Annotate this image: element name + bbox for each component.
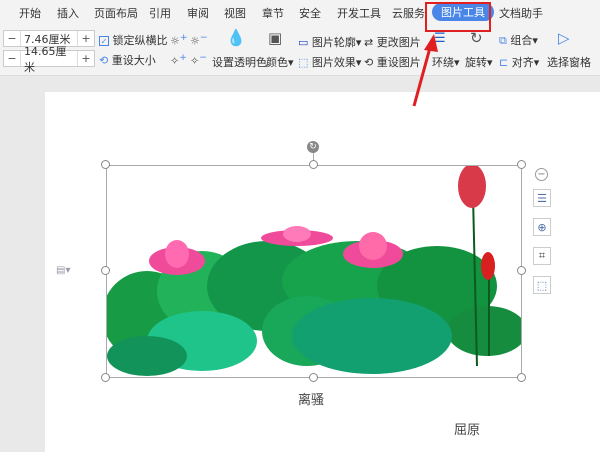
picture-select-icon[interactable]: ⬚ bbox=[533, 276, 551, 294]
layout-options-icon[interactable]: ☰ bbox=[533, 189, 551, 207]
tab-developer[interactable]: 开发工具 bbox=[337, 5, 381, 21]
tab-references[interactable]: 引用 bbox=[149, 5, 171, 21]
tab-security[interactable]: 安全 bbox=[299, 5, 321, 21]
group-label: 组合 bbox=[510, 34, 533, 47]
align-label: 对齐 bbox=[511, 56, 534, 69]
brightness-up-icon[interactable]: ☼+ bbox=[170, 32, 188, 48]
height-increase-button[interactable]: + bbox=[78, 31, 94, 46]
set-transparent-button[interactable]: 设置透明色 bbox=[212, 54, 267, 70]
lock-ratio-checkbox[interactable]: ✓ 锁定纵横比 bbox=[99, 32, 168, 48]
rotate-label: 旋转 bbox=[465, 56, 487, 69]
outline-label: 图片轮廓 bbox=[311, 36, 356, 49]
reset-size-label: 重设大小 bbox=[111, 54, 156, 67]
color-button[interactable]: 颜色▾ bbox=[266, 54, 294, 70]
selected-picture[interactable] bbox=[102, 164, 527, 378]
tab-insert[interactable]: 插入 bbox=[57, 5, 79, 21]
reset-size-button[interactable]: ⟲ 重设大小 bbox=[99, 52, 156, 68]
reset-picture-icon: ⟲ bbox=[364, 56, 374, 69]
resize-handle[interactable] bbox=[517, 266, 526, 275]
brightness-down-icon[interactable]: ☼− bbox=[190, 32, 208, 48]
align-button[interactable]: ⊏ 对齐▾ bbox=[499, 54, 539, 70]
selection-pane-icon: ▷ bbox=[558, 29, 570, 47]
outline-button[interactable]: ▭ 图片轮廓▾ bbox=[298, 34, 361, 50]
group-button[interactable]: ⧉ 组合▾ bbox=[499, 32, 538, 48]
width-spinner[interactable]: − 14.65厘米 + bbox=[3, 45, 95, 74]
crop-icon[interactable]: ⌗ bbox=[533, 247, 551, 265]
tab-page-layout[interactable]: 页面布局 bbox=[94, 5, 138, 21]
transparent-color-icon: 💧 bbox=[226, 28, 246, 47]
poem-title: 离骚 bbox=[298, 393, 325, 408]
width-input[interactable]: 14.65厘米 bbox=[20, 45, 78, 74]
zoom-in-icon[interactable]: ⊕ bbox=[533, 218, 551, 236]
group-icon: ⧉ bbox=[499, 34, 507, 47]
color-icon: ▣ bbox=[268, 29, 283, 47]
width-increase-button[interactable]: + bbox=[78, 51, 94, 66]
contrast-down-icon[interactable]: ✧− bbox=[190, 52, 207, 68]
collapse-icon[interactable]: − bbox=[535, 168, 548, 181]
resize-handle[interactable] bbox=[101, 266, 110, 275]
checkbox-checked-icon: ✓ bbox=[99, 36, 109, 46]
outline-icon: ▭ bbox=[298, 36, 309, 49]
color-label: 颜色 bbox=[266, 56, 288, 69]
resize-handle[interactable] bbox=[309, 160, 318, 169]
change-picture-icon: ⇄ bbox=[364, 36, 374, 49]
effects-button[interactable]: ⬚ 图片效果▾ bbox=[298, 54, 361, 70]
effects-label: 图片效果 bbox=[311, 56, 356, 69]
resize-handle[interactable] bbox=[309, 373, 318, 382]
align-icon: ⊏ bbox=[499, 56, 509, 69]
paragraph-handle-icon[interactable]: ▤▾ bbox=[56, 265, 70, 276]
tab-chapter[interactable]: 章节 bbox=[262, 5, 284, 21]
tab-cloud[interactable]: 云服务 bbox=[392, 5, 425, 21]
tab-start[interactable]: 开始 bbox=[19, 5, 41, 21]
effects-icon: ⬚ bbox=[298, 56, 309, 69]
rotate-button[interactable]: 旋转▾ bbox=[465, 54, 493, 70]
height-decrease-button[interactable]: − bbox=[4, 31, 20, 46]
resize-handle[interactable] bbox=[101, 160, 110, 169]
rotate-handle-icon[interactable]: ↻ bbox=[307, 141, 319, 153]
poem-author: 屈原 bbox=[454, 423, 481, 438]
menu-bar: 开始 插入 页面布局 引用 审阅 视图 章节 安全 开发工具 云服务 图片工具 … bbox=[0, 0, 600, 24]
resize-handle[interactable] bbox=[517, 160, 526, 169]
reset-size-icon: ⟲ bbox=[99, 54, 109, 67]
tab-view[interactable]: 视图 bbox=[224, 5, 246, 21]
selection-pane-button[interactable]: 选择窗格 bbox=[547, 54, 591, 70]
resize-handle[interactable] bbox=[517, 373, 526, 382]
resize-handle[interactable] bbox=[101, 373, 110, 382]
tab-review[interactable]: 审阅 bbox=[187, 5, 209, 21]
ribbon-toolbar: − 7.46厘米 + − 14.65厘米 + ✓ 锁定纵横比 ⟲ 重设大小 ☼+… bbox=[0, 24, 600, 76]
red-arrow-icon bbox=[412, 34, 438, 107]
lotus-image bbox=[102, 164, 527, 376]
tab-doc-assistant[interactable]: 文档助手 bbox=[499, 5, 543, 21]
contrast-up-icon[interactable]: ✧+ bbox=[170, 52, 187, 68]
highlight-box bbox=[425, 2, 491, 32]
width-decrease-button[interactable]: − bbox=[4, 51, 20, 66]
lock-ratio-label: 锁定纵横比 bbox=[112, 34, 168, 47]
